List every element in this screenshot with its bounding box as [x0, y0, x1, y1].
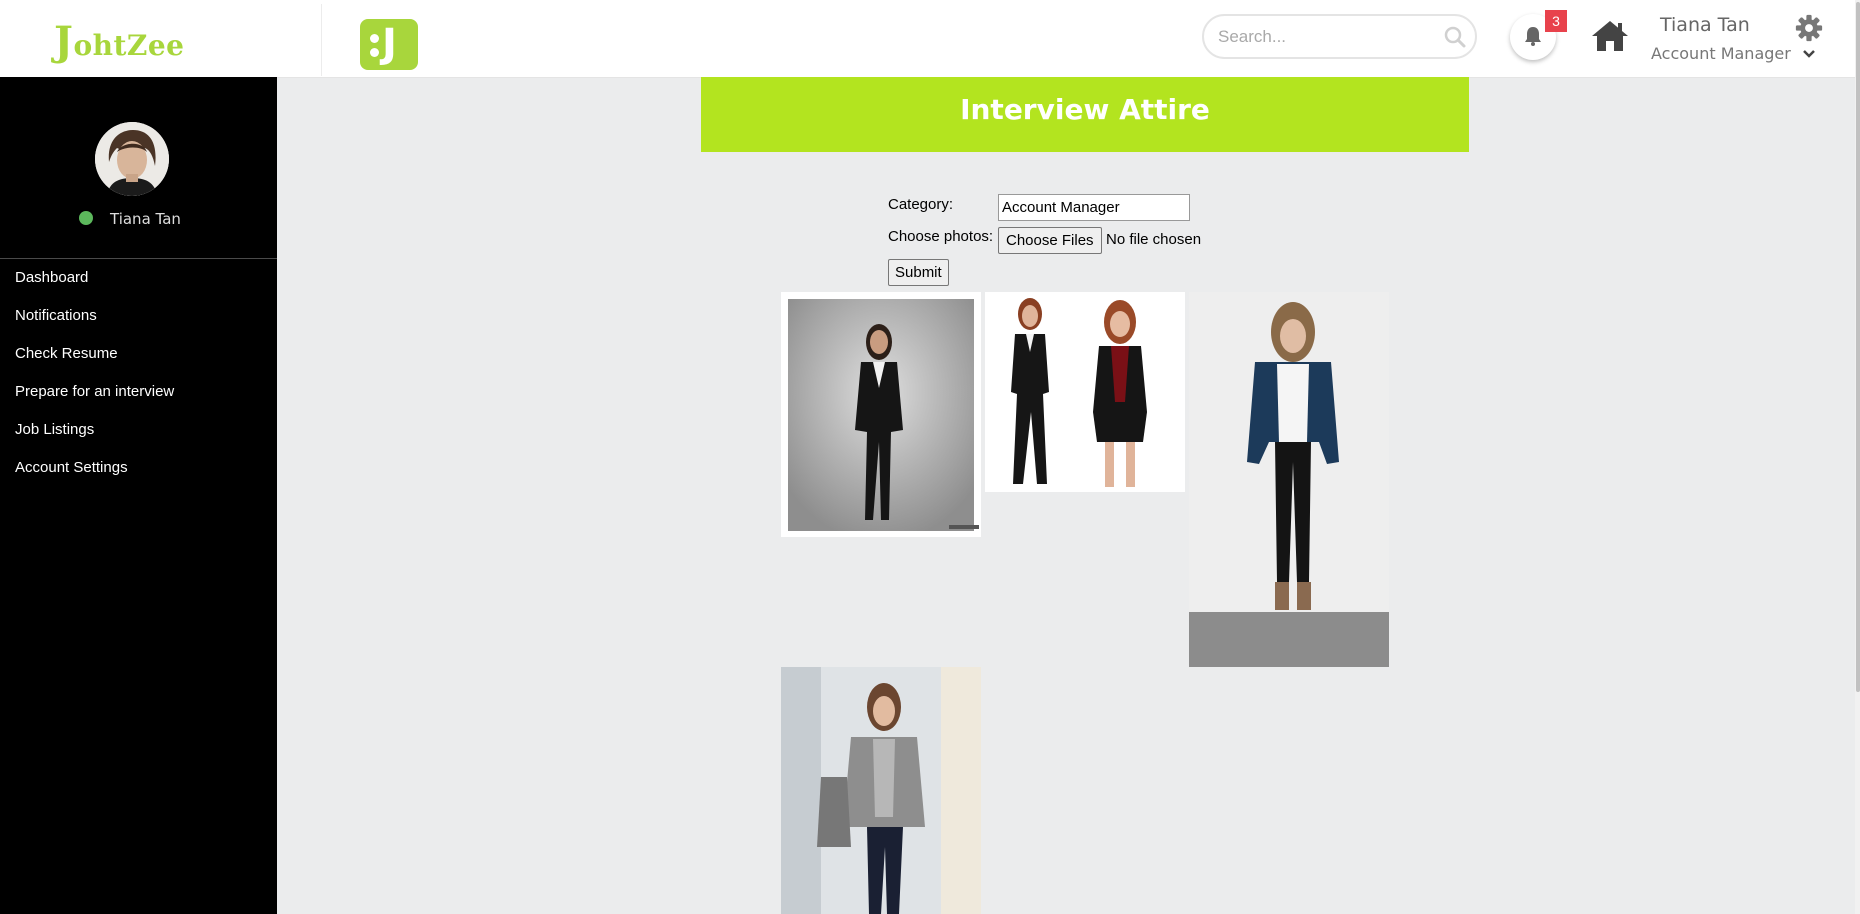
file-status-text: No file chosen: [1106, 231, 1202, 248]
attire-photo[interactable]: [1189, 292, 1389, 667]
sidebar-menu: Dashboard Notifications Check Resume Pre…: [0, 259, 277, 487]
logo-dot: [370, 48, 379, 57]
sidebar-item-dashboard[interactable]: Dashboard: [0, 259, 277, 297]
photos-label: Choose photos:: [888, 228, 994, 245]
logo-letter: J: [382, 21, 397, 67]
scrollbar-thumb[interactable]: [1856, 2, 1860, 692]
category-label: Category:: [888, 196, 954, 213]
header-user-role: Account Manager: [1651, 44, 1791, 63]
submit-button[interactable]: Submit: [888, 259, 949, 286]
header-divider: [321, 4, 322, 76]
search-input[interactable]: [1216, 24, 1430, 50]
attire-photo[interactable]: [781, 292, 981, 537]
brand-initial: J: [54, 18, 74, 65]
avatar[interactable]: [95, 122, 169, 196]
gear-icon[interactable]: [1793, 14, 1825, 47]
sidebar: Tiana Tan Dashboard Notifications Check …: [0, 77, 277, 914]
sidebar-item-notifications[interactable]: Notifications: [0, 297, 277, 335]
sidebar-item-job-listings[interactable]: Job Listings: [0, 411, 277, 449]
search-icon[interactable]: [1444, 26, 1466, 53]
attire-photo[interactable]: [985, 292, 1185, 492]
sidebar-item-account-settings[interactable]: Account Settings: [0, 449, 277, 487]
sidebar-item-check-resume[interactable]: Check Resume: [0, 335, 277, 373]
online-status-indicator: [79, 211, 93, 225]
header-user-name[interactable]: Tiana Tan: [1660, 14, 1750, 36]
home-icon[interactable]: [1590, 19, 1630, 58]
search-box: [1202, 14, 1477, 59]
brand-logo[interactable]: JohtZee: [54, 18, 184, 65]
top-bar: JohtZee J 3 Tiana Tan Account Manager: [0, 0, 1860, 78]
category-input[interactable]: [998, 194, 1190, 221]
sidebar-item-prepare-interview[interactable]: Prepare for an interview: [0, 373, 277, 411]
sidebar-user-name: Tiana Tan: [110, 210, 181, 228]
page-title: Interview Attire: [960, 93, 1210, 126]
notification-badge: 3: [1545, 10, 1567, 32]
brand-name: ohtZee: [73, 29, 185, 62]
chevron-down-icon[interactable]: [1802, 46, 1816, 64]
bell-icon: [1525, 27, 1541, 46]
app-logo[interactable]: J: [360, 19, 418, 70]
logo-dot: [370, 34, 379, 43]
choose-files-button[interactable]: Choose Files: [998, 227, 1102, 254]
attire-photo[interactable]: [781, 667, 981, 914]
page-banner: Interview Attire: [701, 77, 1469, 152]
